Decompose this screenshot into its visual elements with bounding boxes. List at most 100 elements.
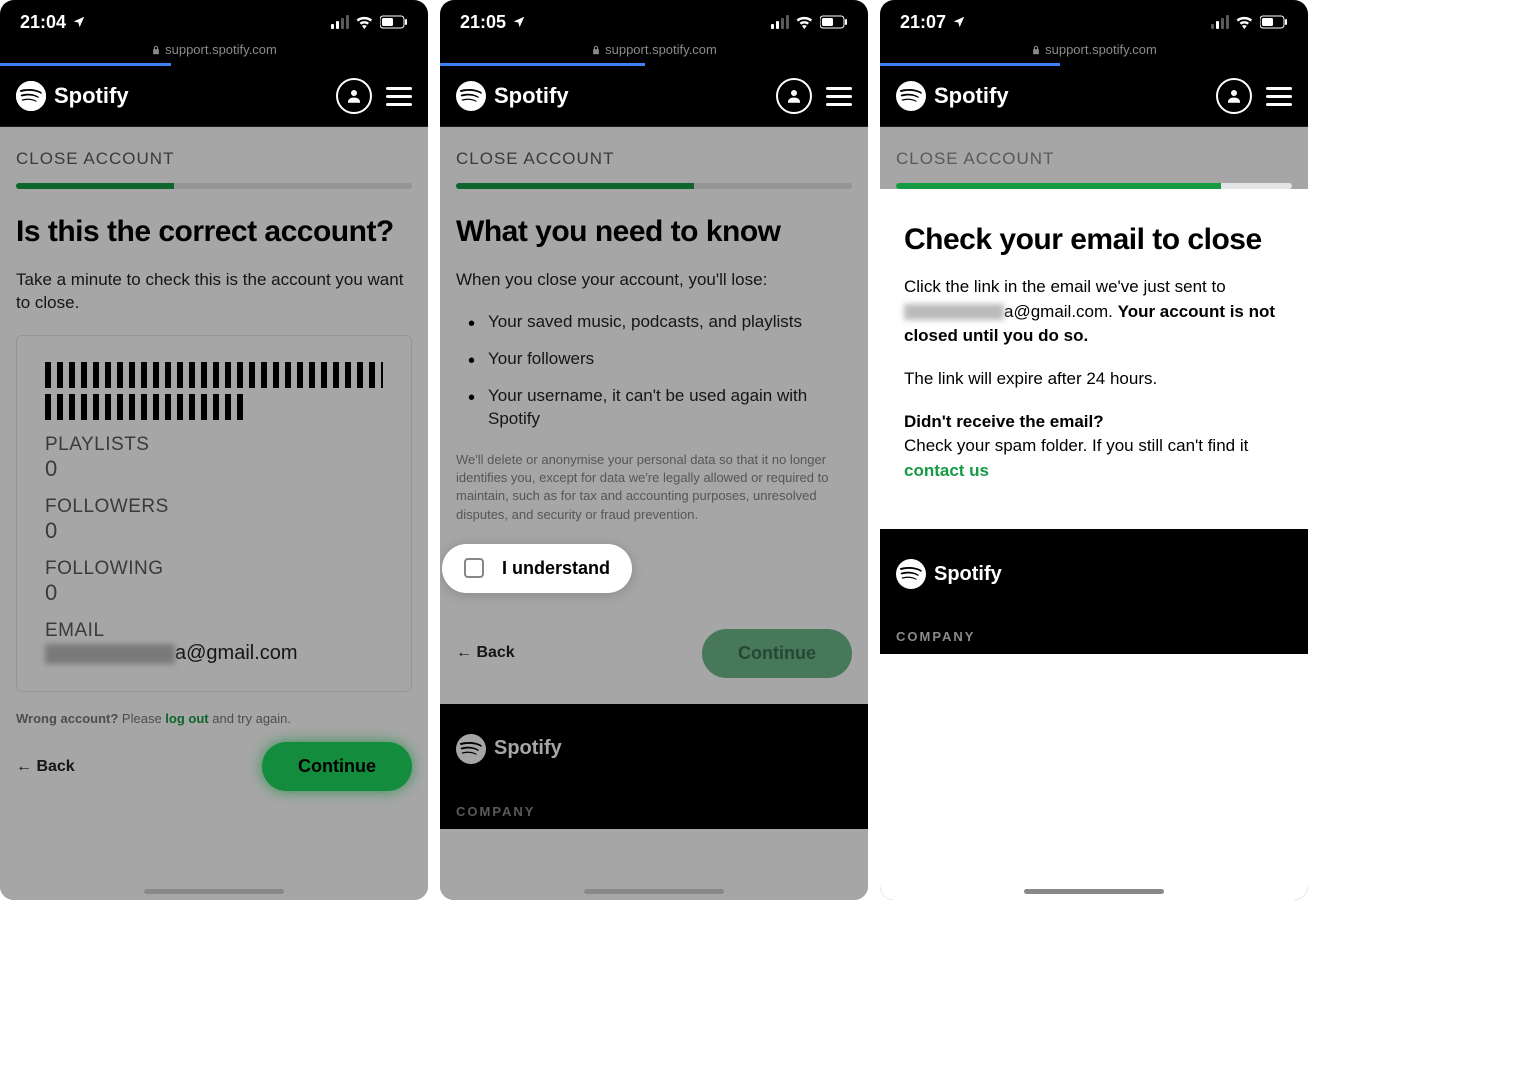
footer: Spotify COMPANY xyxy=(440,704,868,829)
playlists-label: PLAYLISTS xyxy=(45,434,383,456)
page-eyebrow: CLOSE ACCOUNT xyxy=(896,149,1292,169)
home-indicator[interactable] xyxy=(144,889,284,894)
list-item: Your saved music, podcasts, and playlist… xyxy=(466,311,852,334)
main-content: CLOSE ACCOUNT Check your email to close … xyxy=(880,127,1308,900)
spam-hint: Didn't receive the email? Check your spa… xyxy=(904,410,1284,484)
contact-us-link[interactable]: contact us xyxy=(904,461,989,480)
redacted-name xyxy=(45,362,383,388)
email-label: EMAIL xyxy=(45,620,383,642)
phone-screen-2: 21:05 support.spotify.com Spotify CLOSE … xyxy=(440,0,868,900)
cellular-icon xyxy=(331,15,349,29)
following-label: FOLLOWING xyxy=(45,558,383,580)
clock: 21:07 xyxy=(900,12,946,33)
lock-icon xyxy=(591,45,601,55)
user-icon xyxy=(345,87,363,105)
user-icon xyxy=(785,87,803,105)
lock-icon xyxy=(151,45,161,55)
page-lead: When you close your account, you'll lose… xyxy=(456,268,852,292)
spotify-logo[interactable]: Spotify xyxy=(456,81,569,111)
followers-label: FOLLOWERS xyxy=(45,496,383,518)
step-progress xyxy=(896,183,1292,189)
spotify-logo[interactable]: Spotify xyxy=(896,81,1009,111)
expiry-text: The link will expire after 24 hours. xyxy=(904,367,1284,392)
profile-button[interactable] xyxy=(336,78,372,114)
footer: Spotify COMPANY xyxy=(880,529,1308,654)
page-title: What you need to know xyxy=(456,215,852,250)
url-text: support.spotify.com xyxy=(605,42,717,57)
url-bar: support.spotify.com xyxy=(440,40,868,63)
cellular-icon xyxy=(1211,15,1229,29)
location-icon xyxy=(72,15,86,29)
phone-screen-3: 21:07 support.spotify.com Spotify CL xyxy=(880,0,1308,900)
status-bar: 21:04 xyxy=(0,0,428,40)
phone-screen-1: 21:04 support.spotify.com Spotify CLOSE … xyxy=(0,0,428,900)
wifi-icon xyxy=(355,15,374,29)
following-value: 0 xyxy=(45,580,383,606)
email-sent-text: Click the link in the email we've just s… xyxy=(904,275,1284,349)
followers-value: 0 xyxy=(45,518,383,544)
spotify-logo-footer[interactable]: Spotify xyxy=(456,734,852,764)
wifi-icon xyxy=(795,15,814,29)
page-eyebrow: CLOSE ACCOUNT xyxy=(16,149,412,169)
clock: 21:05 xyxy=(460,12,506,33)
page-lead: Take a minute to check this is the accou… xyxy=(16,268,412,316)
app-header: Spotify xyxy=(880,66,1308,127)
redacted-line xyxy=(45,394,248,420)
step-progress xyxy=(456,183,852,189)
understand-checkbox[interactable]: I understand xyxy=(442,544,632,593)
wifi-icon xyxy=(1235,15,1254,29)
wrong-account-hint: Wrong account? Please log out and try ag… xyxy=(16,710,412,728)
app-header: Spotify xyxy=(0,66,428,127)
url-bar: support.spotify.com xyxy=(0,40,428,63)
url-bar: support.spotify.com xyxy=(880,40,1308,63)
location-icon xyxy=(512,15,526,29)
main-content: CLOSE ACCOUNT Is this the correct accoun… xyxy=(0,127,428,900)
back-link[interactable]: Back xyxy=(456,644,515,662)
page-title: Check your email to close xyxy=(904,223,1284,257)
spotify-logo-footer[interactable]: Spotify xyxy=(896,559,1292,589)
list-item: Your username, it can't be used again wi… xyxy=(466,385,852,431)
list-item: Your followers xyxy=(466,348,852,371)
url-text: support.spotify.com xyxy=(165,42,277,57)
footer-column-company[interactable]: COMPANY xyxy=(456,804,852,819)
battery-icon xyxy=(820,15,848,29)
step-progress xyxy=(16,183,412,189)
status-bar: 21:07 xyxy=(880,0,1308,40)
menu-button[interactable] xyxy=(826,87,852,106)
cellular-icon xyxy=(771,15,789,29)
brand-text: Spotify xyxy=(54,83,129,109)
lose-list: Your saved music, podcasts, and playlist… xyxy=(456,311,852,431)
home-indicator[interactable] xyxy=(584,889,724,894)
email-value: a@gmail.com xyxy=(45,642,383,665)
profile-button[interactable] xyxy=(776,78,812,114)
profile-button[interactable] xyxy=(1216,78,1252,114)
continue-button[interactable]: Continue xyxy=(702,629,852,678)
battery-icon xyxy=(1260,15,1288,29)
menu-button[interactable] xyxy=(386,87,412,106)
brand-text: Spotify xyxy=(934,83,1009,109)
url-text: support.spotify.com xyxy=(1045,42,1157,57)
brand-text: Spotify xyxy=(494,83,569,109)
playlists-value: 0 xyxy=(45,456,383,482)
email-confirmation-card: Check your email to close Click the link… xyxy=(886,199,1302,523)
spotify-logo[interactable]: Spotify xyxy=(16,81,129,111)
menu-button[interactable] xyxy=(1266,87,1292,106)
status-bar: 21:05 xyxy=(440,0,868,40)
battery-icon xyxy=(380,15,408,29)
app-header: Spotify xyxy=(440,66,868,127)
lock-icon xyxy=(1031,45,1041,55)
understand-label: I understand xyxy=(502,558,610,579)
legal-text: We'll delete or anonymise your personal … xyxy=(456,451,852,524)
location-icon xyxy=(952,15,966,29)
logout-link[interactable]: log out xyxy=(165,711,208,726)
clock: 21:04 xyxy=(20,12,66,33)
back-link[interactable]: Back xyxy=(16,758,75,776)
main-content: CLOSE ACCOUNT What you need to know When… xyxy=(440,127,868,900)
continue-button[interactable]: Continue xyxy=(262,742,412,791)
page-title: Is this the correct account? xyxy=(16,215,412,250)
page-eyebrow: CLOSE ACCOUNT xyxy=(456,149,852,169)
checkbox-icon xyxy=(464,558,484,578)
account-card: PLAYLISTS 0 FOLLOWERS 0 FOLLOWING 0 EMAI… xyxy=(16,335,412,692)
footer-column-company[interactable]: COMPANY xyxy=(896,629,1292,644)
home-indicator[interactable] xyxy=(1024,889,1164,894)
